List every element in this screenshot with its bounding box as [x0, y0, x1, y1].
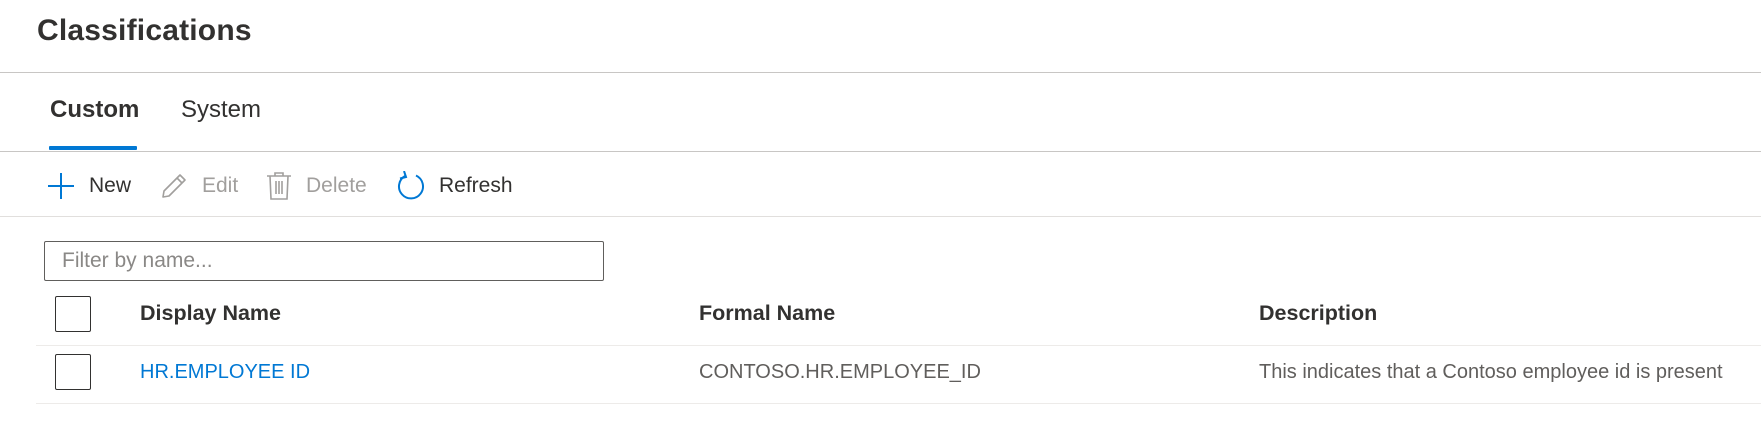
column-header-display-name[interactable]: Display Name: [140, 301, 281, 326]
row-checkbox[interactable]: [55, 354, 91, 390]
filter-input[interactable]: [44, 241, 604, 281]
new-button-label: New: [89, 174, 132, 197]
edit-button-label: Edit: [202, 174, 239, 197]
selected-tab-indicator: [49, 146, 137, 150]
row-divider: [36, 403, 1761, 404]
toolbar-divider: [0, 216, 1761, 217]
formal-name-cell: CONTOSO.HR.EMPLOYEE_ID: [699, 361, 981, 383]
column-header-formal-name[interactable]: Formal Name: [699, 301, 835, 326]
refresh-button[interactable]: Refresh: [395, 166, 513, 206]
refresh-button-label: Refresh: [439, 174, 513, 197]
edit-button[interactable]: Edit: [160, 166, 238, 206]
tabs-divider: [0, 151, 1761, 152]
select-all-checkbox[interactable]: [55, 296, 91, 332]
tab-system[interactable]: System: [181, 96, 261, 124]
classifications-page: Classifications Custom System New Edit D…: [0, 0, 1761, 447]
header-divider: [0, 72, 1761, 73]
header-row-divider: [36, 345, 1761, 346]
description-cell: This indicates that a Contoso employee i…: [1259, 361, 1723, 383]
display-name-link[interactable]: HR.EMPLOYEE ID: [140, 361, 310, 384]
pencil-icon: [162, 174, 186, 198]
refresh-icon: [398, 171, 424, 200]
plus-icon: [48, 173, 74, 199]
delete-button-label: Delete: [306, 174, 367, 197]
delete-button[interactable]: Delete: [266, 166, 367, 206]
column-header-description[interactable]: Description: [1259, 301, 1377, 326]
tab-custom[interactable]: Custom: [50, 96, 139, 124]
page-title: Classifications: [37, 14, 252, 47]
trash-icon: [267, 172, 291, 200]
new-button[interactable]: New: [47, 166, 131, 206]
